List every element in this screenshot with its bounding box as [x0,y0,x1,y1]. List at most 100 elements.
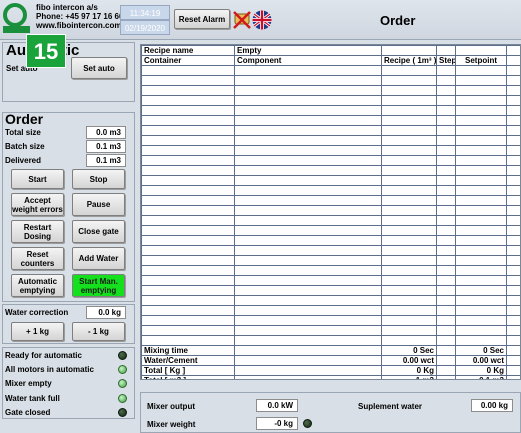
table-row[interactable] [141,325,520,336]
restart-dosing-button[interactable]: Restart Dosing [11,220,64,243]
table-cell [381,305,437,316]
uk-flag-icon[interactable] [252,10,272,30]
table-row[interactable] [141,275,520,286]
summary-step-blank [436,365,456,376]
table-cell [234,285,382,296]
table-row[interactable] [141,305,520,316]
table-cell [506,165,520,176]
table-cell [436,105,456,116]
table-cell [436,145,456,156]
table-row[interactable] [141,155,520,166]
table-row[interactable] [141,315,520,326]
add-water-button[interactable]: Add Water [72,247,125,270]
table-row[interactable] [141,105,520,116]
set-auto-button[interactable]: Set auto [71,57,127,79]
recipe-name-row: Recipe name Empty [141,45,520,56]
accept-weight-errors-button[interactable]: Accept weight errors [11,193,64,216]
table-cell [381,105,437,116]
table-row[interactable] [141,205,520,216]
table-row[interactable] [141,225,520,236]
table-cell [141,315,235,326]
stop-button[interactable]: Stop [72,169,125,189]
table-row[interactable] [141,295,520,306]
batch-size-value[interactable]: 0.1 m3 [86,140,126,153]
table-cell [234,315,382,326]
table-row[interactable] [141,165,520,176]
table-row[interactable] [141,65,520,76]
table-row[interactable] [141,215,520,226]
table-cell [436,245,456,256]
table-cell [381,205,437,216]
mixer-weight-value: -0 kg [256,417,298,430]
total-size-label: Total size [5,128,41,137]
table-cell [506,265,520,276]
table-cell [234,135,382,146]
table-cell [234,325,382,336]
minus-1kg-button[interactable]: - 1 kg [72,322,125,341]
automatic-emptying-button[interactable]: Automatic emptying [11,274,64,297]
summary-blank [234,365,382,376]
table-cell [436,185,456,196]
table-row[interactable] [141,175,520,186]
table-cell [381,85,437,96]
table-cell [141,185,235,196]
page-title: Order [380,13,416,28]
supplement-water-value[interactable]: 0.00 kg [471,399,513,412]
pause-button[interactable]: Pause [72,193,125,216]
table-cell [141,135,235,146]
table-cell [141,275,235,286]
table-row[interactable] [141,85,520,96]
table-cell [506,285,520,296]
table-row[interactable] [141,75,520,86]
table-cell [234,115,382,126]
recipe-name-value[interactable]: Empty [234,45,382,56]
clock-time: 11:34:19 [120,5,170,20]
table-cell [141,165,235,176]
table-row[interactable] [141,145,520,156]
mixer-panel [140,392,521,433]
table-cell [141,295,235,306]
reset-alarm-button[interactable]: Reset Alarm [174,9,230,29]
table-cell [381,185,437,196]
table-cell [381,125,437,136]
table-row[interactable] [141,115,520,126]
table-cell [506,295,520,306]
table-cell [455,325,507,336]
col-component: Component [234,55,382,66]
start-man-emptying-button[interactable]: Start Man. emptying [72,274,125,297]
table-row[interactable] [141,235,520,246]
plus-1kg-button[interactable]: + 1 kg [11,322,64,341]
table-cell [506,145,520,156]
table-cell [436,125,456,136]
table-row[interactable] [141,255,520,266]
table-cell [141,155,235,166]
table-row[interactable] [141,135,520,146]
table-cell [381,65,437,76]
start-button[interactable]: Start [11,169,64,189]
col-recipe: Recipe ( 1m³ ) [381,55,437,66]
table-row[interactable] [141,185,520,196]
table-cell [506,305,520,316]
table-row[interactable] [141,285,520,296]
table-row[interactable] [141,265,520,276]
status-led-gate [118,408,127,417]
table-row[interactable] [141,125,520,136]
table-cell [436,85,456,96]
table-row[interactable] [141,95,520,106]
table-cell [436,175,456,186]
col-step: Step [436,55,456,66]
table-row[interactable] [141,195,520,206]
close-gate-button[interactable]: Close gate [72,220,125,243]
reset-counters-button[interactable]: Reset counters [11,247,64,270]
table-cell [436,155,456,166]
table-cell [141,325,235,336]
table-cell [455,295,507,306]
summary-row: Total [ m3 ] 1 m3 0.1 m3 [141,375,520,379]
table-cell [141,145,235,156]
table-row[interactable] [141,335,520,346]
table-row[interactable] [141,245,520,256]
table-cell [141,205,235,216]
summary-label: Total [ m3 ] [141,375,235,379]
summary-setpoint-value: 0.00 wct [455,355,507,366]
alarm-icon[interactable] [232,10,252,30]
